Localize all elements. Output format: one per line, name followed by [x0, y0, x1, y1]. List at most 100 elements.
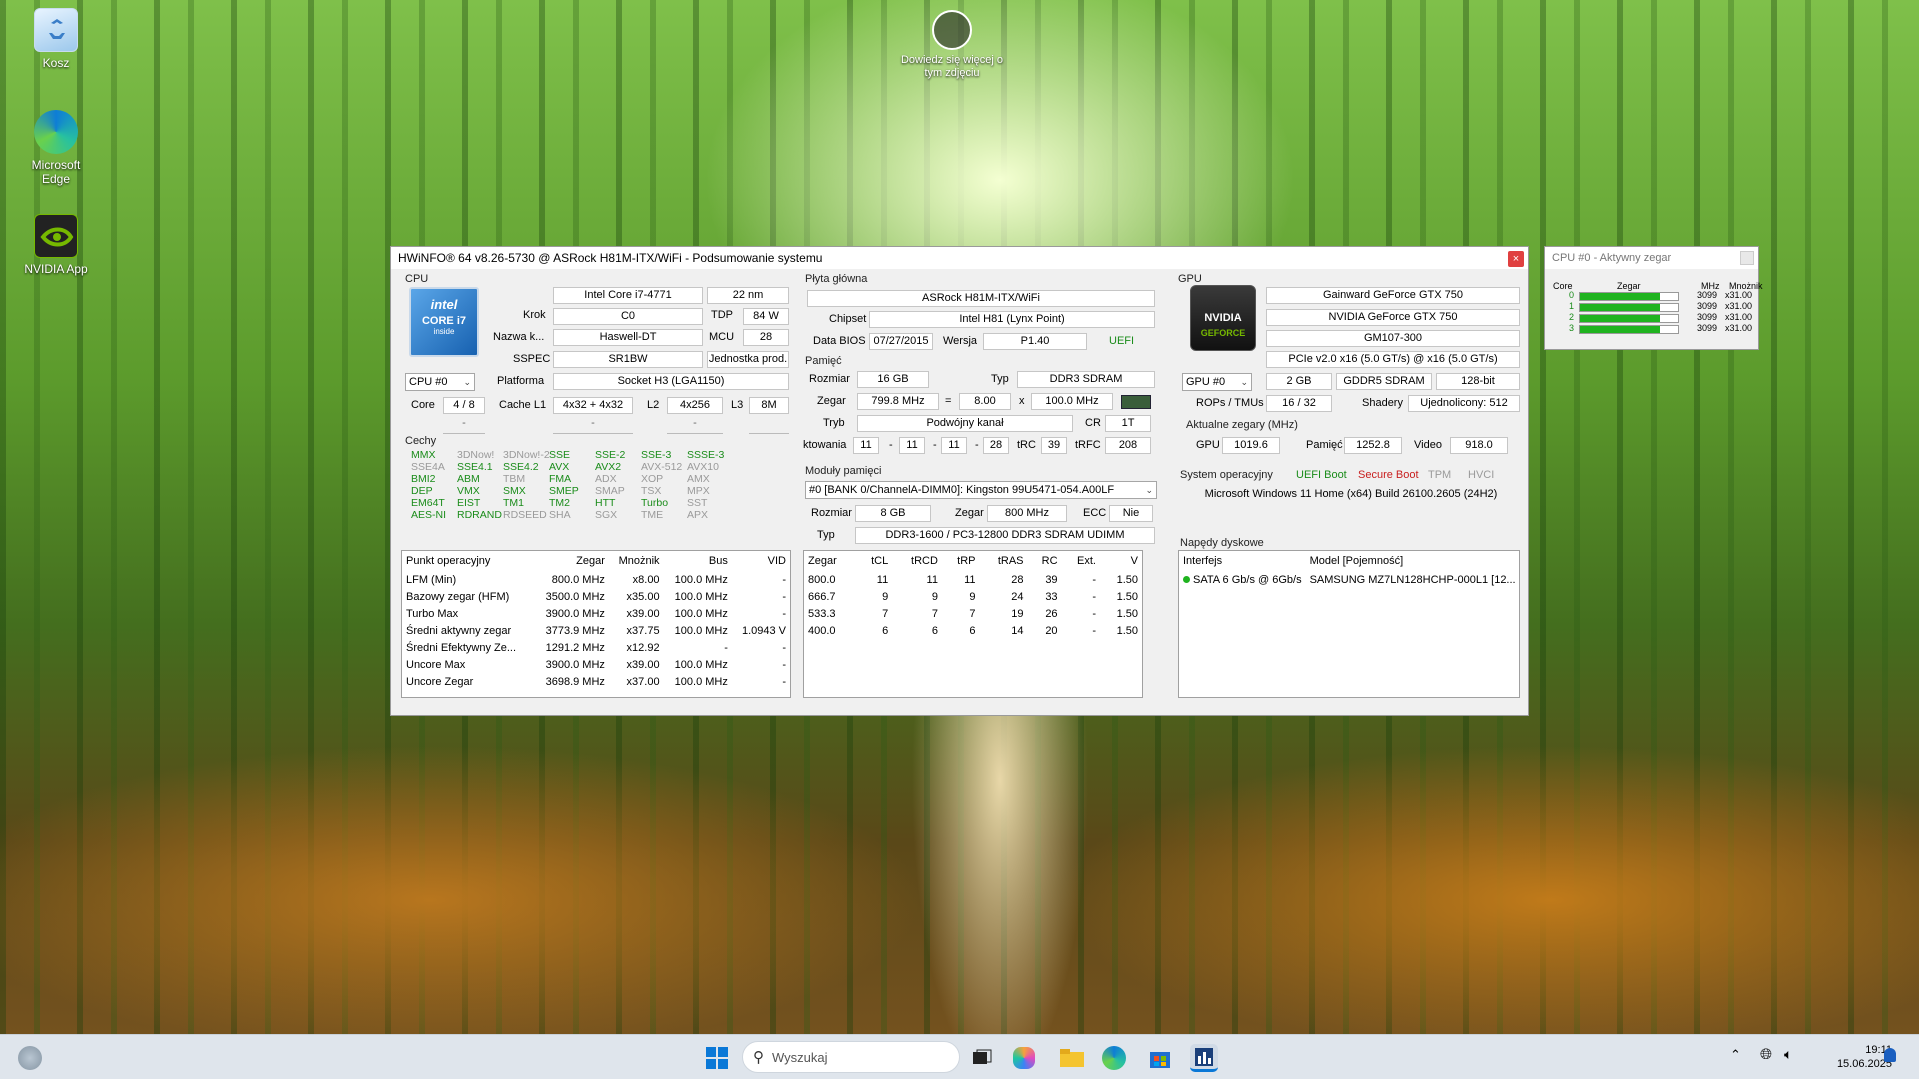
gpu-clock-label: GPU: [1196, 439, 1220, 451]
cpu-feature-flag: SMEP: [549, 485, 579, 497]
timing-sep: -: [933, 439, 937, 451]
op-header[interactable]: Zegar: [534, 551, 609, 571]
eq-sign: =: [945, 395, 952, 407]
desktop-icon-edge[interactable]: Microsoft Edge: [16, 110, 96, 186]
chipset-label: Chipset: [829, 313, 867, 325]
gpu-selector-dropdown[interactable]: GPU #0 ⌄: [1182, 373, 1252, 391]
cpu-selector-dropdown[interactable]: CPU #0 ⌄: [405, 373, 475, 391]
drive-iface-text: SATA 6 Gb/s @ 6Gb/s: [1193, 573, 1302, 586]
table-row[interactable]: Uncore Max 3900.0 MHz x39.00 100.0 MHz -: [402, 656, 790, 673]
drive-header-model[interactable]: Model [Pojemność]: [1306, 551, 1520, 571]
cpu-feature-flag: RDSEED: [503, 509, 547, 521]
taskbar-search-box[interactable]: ⚲ Wyszukaj: [742, 1041, 960, 1073]
timing-header[interactable]: V: [1100, 551, 1142, 571]
taskbar: ⚲ Wyszukaj ⌃ 🌐︎ 🔈︎ 19:11 15.06.2025: [0, 1034, 1919, 1079]
gpu-bus-width: 128-bit: [1436, 373, 1520, 390]
taskbar-time: 19:11: [1865, 1044, 1892, 1056]
intel-brand: intel: [430, 297, 458, 312]
gpu-clock: 1019.6: [1222, 437, 1280, 454]
tdp-label: TDP: [711, 309, 733, 321]
op-cell: -: [782, 658, 786, 671]
desktop-icon-nvidia[interactable]: NVIDIA App: [16, 214, 96, 276]
window-control-icon[interactable]: [1740, 251, 1754, 265]
cpu-feature-flag: SSE-2: [595, 449, 626, 461]
tray-chevron-up-icon[interactable]: ⌃: [1730, 1047, 1741, 1063]
table-row[interactable]: 533.3 7 7 7 19 26 - 1.50: [804, 605, 1142, 622]
op-cell: 100.0 MHz: [674, 675, 728, 688]
task-view-icon[interactable]: [968, 1044, 996, 1072]
notification-bell-icon[interactable]: [1884, 1048, 1896, 1062]
timing-header[interactable]: RC: [1028, 551, 1062, 571]
edge-taskbar-icon[interactable]: [1102, 1046, 1126, 1070]
cr-label: CR: [1085, 417, 1101, 429]
table-row[interactable]: Turbo Max 3900.0 MHz x39.00 100.0 MHz -: [402, 605, 790, 622]
module-type: DDR3-1600 / PC3-12800 DDR3 SDRAM UDIMM: [855, 527, 1155, 544]
clock-window-titlebar[interactable]: CPU #0 - Aktywny zegar: [1545, 247, 1758, 269]
file-explorer-icon[interactable]: [1058, 1044, 1086, 1072]
operating-points-table[interactable]: Punkt operacyjny Zegar Mnożnik Bus VID LFM (M…: [401, 550, 791, 698]
table-row[interactable]: Uncore Zegar 3698.9 MHz x37.00 100.0 MHz -: [402, 673, 790, 690]
timing-header[interactable]: tRCD: [892, 551, 942, 571]
drive-header-interface[interactable]: Interfejs: [1179, 551, 1306, 571]
op-header[interactable]: Mnożnik: [609, 551, 664, 571]
clocks-label: Aktualne zegary (MHz): [1186, 419, 1298, 431]
table-row[interactable]: SATA 6 Gb/s @ 6Gb/s SAMSUNG MZ7LN128HCHP-…: [1179, 571, 1520, 588]
table-row[interactable]: 666.7 9 9 9 24 33 - 1.50: [804, 588, 1142, 605]
table-row[interactable]: Bazowy zegar (HFM) 3500.0 MHz x35.00 100.0 …: [402, 588, 790, 605]
op-header[interactable]: Bus: [664, 551, 732, 571]
start-windows-icon[interactable]: [703, 1044, 731, 1072]
intel-core-i7-logo-icon: intel CORE i7 inside: [409, 287, 479, 357]
cpu-feature-flag: EM64T: [411, 497, 445, 509]
memory-timings-table[interactable]: Zegar tCL tRCD tRP tRAS RC Ext. V 800.0 11 11 11 28 3…: [803, 550, 1143, 698]
desktop-icon-recycle-bin[interactable]: Kosz: [16, 8, 96, 70]
cpu-feature-flag: SSE-3: [641, 449, 672, 461]
core-index: 2: [1569, 312, 1575, 322]
timing-cell: 666.7: [808, 590, 836, 603]
hwinfo-summary-window[interactable]: HWiNFO® 64 v8.26-5730 @ ASRock H81M-ITX/…: [390, 246, 1529, 716]
cpu-l3: 8M: [749, 397, 789, 414]
hwinfo-taskbar-icon[interactable]: [1190, 1044, 1218, 1072]
timing-header[interactable]: Ext.: [1062, 551, 1100, 571]
timing-cell: 9: [931, 590, 938, 603]
cpu-clock-window[interactable]: CPU #0 - Aktywny zegar Core Zegar MHz Mn…: [1544, 246, 1763, 350]
clock-area[interactable]: 19:11 15.06.2025: [1812, 1043, 1892, 1071]
core-mhz: 3099: [1697, 301, 1718, 311]
camera-info-icon: [932, 10, 972, 50]
chevron-down-icon: ⌄: [1145, 485, 1153, 495]
copilot-icon[interactable]: [1013, 1047, 1035, 1069]
memory-module-dropdown[interactable]: #0 [BANK 0/ChannelA-DIMM0]: Kingston 99U…: [805, 481, 1157, 499]
clock-header-clock: Zegar: [1617, 281, 1641, 291]
cpu-process: 22 nm: [707, 287, 789, 304]
table-row[interactable]: Średni aktywny zegar 3773.9 MHz x37.75 100.…: [402, 622, 790, 639]
op-header[interactable]: VID: [732, 551, 790, 571]
window-titlebar[interactable]: HWiNFO® 64 v8.26-5730 @ ASRock H81M-ITX/…: [391, 247, 1528, 269]
timing-header[interactable]: Zegar: [804, 551, 856, 571]
table-row[interactable]: 800.0 11 11 11 28 39 - 1.50: [804, 571, 1142, 588]
op-cell: 100.0 MHz: [674, 607, 728, 620]
timing-cell: 11: [876, 573, 889, 586]
op-header[interactable]: Punkt operacyjny: [402, 551, 534, 571]
desktop-icon-spotlight[interactable]: Dowiedz się więcej o tym zdjęciu: [892, 10, 1012, 80]
op-cell: 100.0 MHz: [674, 658, 728, 671]
timing-header[interactable]: tRAS: [979, 551, 1027, 571]
timing-header[interactable]: tCL: [856, 551, 892, 571]
store-icon[interactable]: [1146, 1044, 1174, 1072]
drives-table[interactable]: Interfejs Model [Pojemność] SATA 6 Gb/s @…: [1178, 550, 1520, 698]
op-cell: x8.00: [632, 573, 660, 586]
widgets-icon[interactable]: [18, 1046, 42, 1070]
op-cell: 3773.9 MHz: [545, 624, 605, 637]
cpu-feature-flag: AVX10: [687, 461, 719, 473]
drives-label: Napędy dyskowe: [1180, 537, 1264, 549]
mem-size-label: Rozmiar: [809, 373, 850, 385]
op-cell: x37.75: [626, 624, 660, 637]
table-row[interactable]: LFM (Min) 800.0 MHz x8.00 100.0 MHz -: [402, 571, 790, 588]
table-row[interactable]: 400.0 6 6 6 14 20 - 1.50: [804, 622, 1142, 639]
network-globe-icon[interactable]: 🌐︎: [1760, 1046, 1772, 1063]
tpm-indicator: TPM: [1428, 469, 1452, 481]
cpu-feature-flag: SSE: [549, 449, 571, 461]
timing-header[interactable]: tRP: [942, 551, 980, 571]
close-icon[interactable]: ×: [1508, 251, 1524, 267]
table-row[interactable]: Średni Efektywny Ze... 1291.2 MHz x12.92 - -: [402, 639, 790, 656]
op-cell: 3500.0 MHz: [545, 590, 605, 603]
volume-icon[interactable]: 🔈︎: [1784, 1046, 1792, 1063]
